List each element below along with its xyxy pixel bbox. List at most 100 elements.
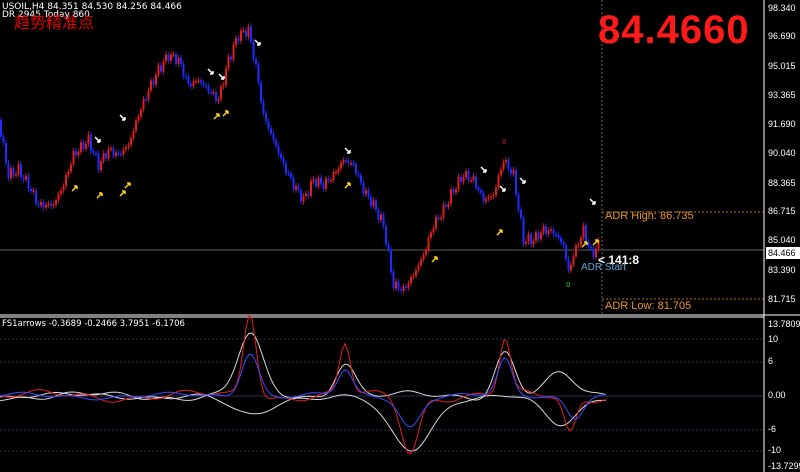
candle-body [252, 41, 255, 60]
candle-body [217, 99, 220, 102]
candle-body [12, 168, 15, 176]
candle-body [265, 113, 267, 122]
candle-body [22, 177, 25, 180]
chart-canvas[interactable] [0, 0, 800, 472]
candle-body [7, 163, 10, 179]
candle-body [155, 74, 157, 85]
candle-body [502, 162, 505, 170]
candle-body [302, 196, 305, 202]
candle-body [230, 56, 232, 60]
candle-body [590, 246, 592, 249]
candles [0, 23, 600, 294]
candle-body [110, 148, 112, 150]
candle-body [40, 201, 42, 206]
candle-body [195, 80, 197, 83]
candle-body [555, 234, 557, 236]
candle-body [585, 225, 587, 242]
candle-body [367, 190, 370, 197]
indicator-signal-blue [0, 353, 607, 428]
candle-body [182, 64, 185, 77]
candle-body [552, 229, 555, 235]
price-tick: 86.715 [768, 206, 796, 216]
candle-body [577, 244, 580, 247]
candle-body [177, 57, 180, 64]
candle-body [82, 142, 85, 149]
candle-body [220, 86, 222, 100]
candle-body [322, 183, 325, 190]
price-tick: 95.015 [768, 61, 796, 71]
candle-body [275, 139, 277, 146]
candle-body [267, 121, 270, 129]
sell-arrow [94, 136, 101, 143]
candle-body [425, 249, 427, 255]
price-tick: 91.690 [768, 119, 796, 129]
candle-body [560, 237, 562, 243]
indicator-tick: -13.7299 [768, 461, 800, 471]
candle-body [567, 259, 570, 271]
candle-body [390, 249, 392, 272]
candle-body [487, 197, 490, 199]
candle-body [150, 80, 152, 91]
candle-body [245, 30, 247, 37]
candle-body [435, 217, 437, 229]
candle-body [360, 175, 362, 183]
candle-body [377, 210, 380, 220]
buy-arrow [119, 190, 126, 197]
candle-body [467, 171, 470, 181]
candle-body [187, 76, 190, 84]
candle-body [370, 196, 372, 207]
candle-body [542, 226, 545, 233]
candle-body [402, 286, 405, 291]
candle-body [432, 228, 435, 233]
candle-body [582, 225, 585, 238]
candle-body [122, 149, 125, 155]
candle-body [287, 173, 290, 175]
price-tick: 96.690 [768, 31, 796, 41]
buy-arrow [496, 229, 503, 236]
candle-body [417, 265, 420, 271]
candle-body [492, 195, 495, 197]
candle-body [440, 217, 442, 220]
candle-body [172, 54, 175, 56]
indicator-lines [0, 313, 607, 455]
candle-body [387, 244, 390, 250]
candle-body [2, 136, 5, 143]
indicator-tick: -10 [768, 445, 782, 455]
candle-body [135, 120, 137, 131]
candle-body [175, 54, 177, 64]
candle-body [67, 171, 70, 175]
candle-body [47, 203, 50, 206]
candle-body [145, 98, 147, 101]
candle-body [57, 194, 60, 201]
candle-body [347, 161, 350, 164]
candle-body [490, 196, 492, 198]
candle-body [270, 128, 272, 134]
candle-body [580, 237, 582, 245]
candle-body [282, 158, 285, 164]
candle-body [137, 116, 140, 121]
candle-body [272, 133, 275, 140]
candle-body [92, 150, 95, 154]
candle-body [257, 64, 260, 83]
buy-arrow [213, 113, 220, 120]
candle-body [320, 177, 322, 184]
candle-body [317, 177, 320, 187]
candle-body [250, 26, 252, 42]
candle-body [380, 214, 382, 220]
candle-body [392, 271, 395, 289]
candle-body [517, 194, 520, 210]
candle-body [362, 182, 365, 195]
candle-body [450, 189, 452, 204]
candle-body [290, 173, 292, 178]
candle-body [337, 168, 340, 172]
candle-body [527, 234, 530, 242]
candle-body [222, 84, 225, 87]
candle-body [460, 176, 462, 182]
candle-body [497, 175, 500, 188]
price-tick: 83.390 [768, 265, 796, 275]
candle-body [52, 204, 55, 207]
candle-body [127, 144, 130, 148]
candle-body [280, 153, 282, 159]
price-tick: 98.340 [768, 3, 796, 13]
candle-body [142, 98, 145, 110]
